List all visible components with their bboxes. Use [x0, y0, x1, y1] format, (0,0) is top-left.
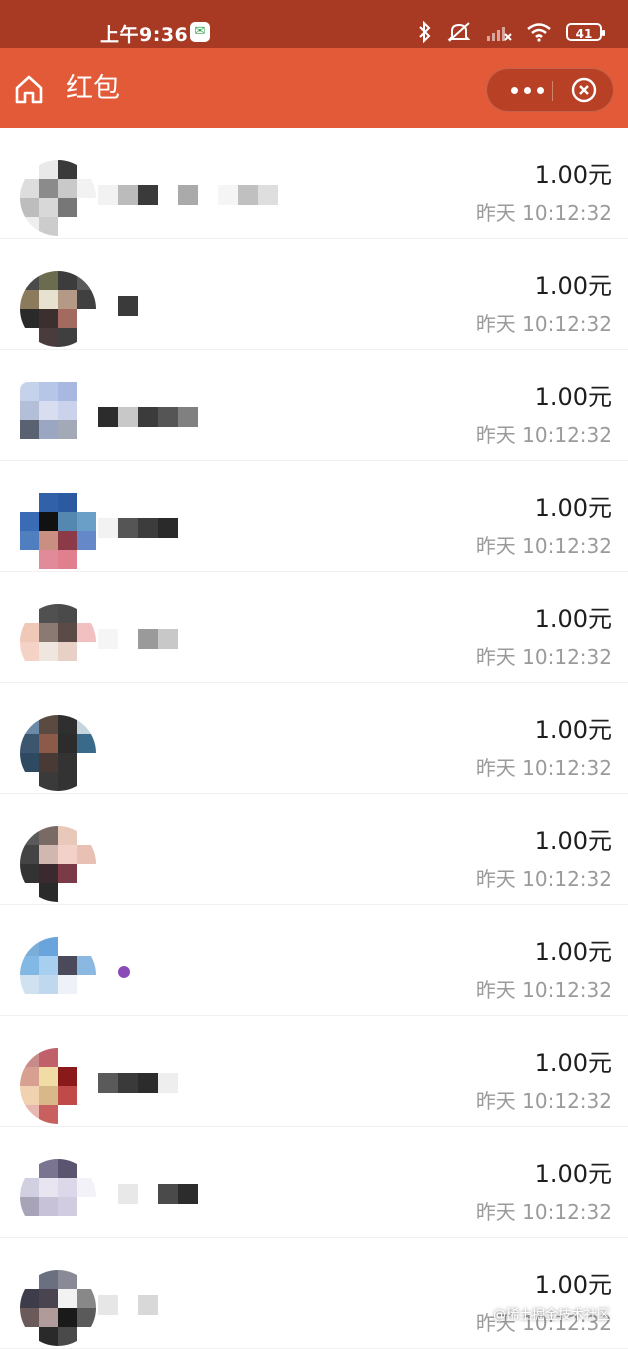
avatar — [20, 1270, 96, 1346]
time: 昨天 10:12:32 — [475, 534, 612, 558]
nickname-obscured — [98, 849, 118, 873]
amount: 1.00元 — [534, 272, 612, 300]
avatar — [20, 826, 96, 902]
status-time: 上午9:36 — [100, 24, 189, 46]
nickname-obscured — [98, 960, 130, 984]
list-item[interactable]: 1.00元 昨天 10:12:32 — [0, 905, 628, 1016]
time: 昨天 10:12:32 — [475, 1200, 612, 1224]
wifi-icon — [527, 23, 551, 42]
avatar — [20, 715, 96, 791]
nickname-obscured — [98, 183, 278, 207]
time: 昨天 10:12:32 — [475, 423, 612, 447]
amount: 1.00元 — [534, 1160, 612, 1188]
list-item[interactable]: 1.00元 昨天 10:12:32 — [0, 239, 628, 350]
avatar — [20, 271, 96, 347]
avatar — [20, 604, 96, 680]
list-item[interactable]: 1.00元 昨天 10:12:32 — [0, 572, 628, 683]
status-icons: 41 — [418, 18, 605, 46]
amount: 1.00元 — [534, 494, 612, 522]
nickname-obscured — [98, 1071, 178, 1095]
list-item[interactable]: 1.00元 昨天 10:12:32 — [0, 1016, 628, 1127]
amount: 1.00元 — [534, 1049, 612, 1077]
nickname-obscured — [98, 738, 118, 762]
avatar — [20, 1159, 96, 1235]
time: 昨天 10:12:32 — [475, 312, 612, 336]
time: 昨天 10:12:32 — [475, 1089, 612, 1113]
avatar — [20, 1048, 96, 1124]
silent-icon — [447, 22, 471, 42]
nickname-obscured — [98, 294, 138, 318]
list-item[interactable]: 1.00元 昨天 10:12:32 — [0, 128, 628, 239]
nickname-obscured — [98, 516, 198, 540]
time: 昨天 10:12:32 — [475, 756, 612, 780]
amount: 1.00元 — [534, 1271, 612, 1299]
nickname-obscured — [98, 1182, 198, 1206]
amount: 1.00元 — [534, 716, 612, 744]
time: 昨天 10:12:32 — [475, 978, 612, 1002]
avatar — [20, 493, 96, 569]
list-item[interactable]: 1.00元 昨天 10:12:32 — [0, 350, 628, 461]
list-item[interactable]: 1.00元 昨天 10:12:32 — [0, 794, 628, 905]
amount: 1.00元 — [534, 938, 612, 966]
nav-bar: 红包 — [0, 48, 628, 128]
list-item[interactable]: 1.00元 昨天 10:12:32 — [0, 461, 628, 572]
time: 昨天 10:12:32 — [475, 645, 612, 669]
nickname-obscured — [98, 1293, 158, 1317]
status-bar: 上午9:36 ✉ 41 — [0, 0, 628, 48]
watermark: @稀土掘金技术社区 — [492, 1308, 610, 1323]
list-item[interactable]: 1.00元 昨天 10:12:32 — [0, 1238, 628, 1349]
nickname-obscured — [98, 405, 198, 429]
bluetooth-icon — [419, 21, 431, 43]
close-circle-icon[interactable] — [571, 77, 597, 103]
battery-icon: 41 — [566, 23, 605, 41]
red-packet-record-list: 1.00元 昨天 10:12:32 1.00元 昨天 10:12:32 1.00… — [0, 128, 628, 1349]
time: 昨天 10:12:32 — [475, 201, 612, 225]
more-dots-icon[interactable] — [501, 69, 553, 111]
amount: 1.00元 — [534, 383, 612, 411]
amount: 1.00元 — [534, 605, 612, 633]
avatar — [20, 382, 96, 458]
amount: 1.00元 — [534, 827, 612, 855]
capsule-divider — [552, 81, 553, 101]
wechat-icon: ✉ — [190, 22, 210, 42]
list-item[interactable]: 1.00元 昨天 10:12:32 — [0, 683, 628, 794]
time: 昨天 10:12:32 — [475, 867, 612, 891]
signal-icon — [487, 27, 512, 41]
avatar — [20, 937, 96, 1013]
page-title: 红包 — [66, 73, 120, 104]
avatar — [20, 160, 96, 236]
amount: 1.00元 — [534, 161, 612, 189]
list-item[interactable]: 1.00元 昨天 10:12:32 — [0, 1127, 628, 1238]
home-icon[interactable] — [12, 72, 46, 106]
mini-program-capsule — [486, 68, 614, 112]
nickname-obscured — [98, 627, 178, 651]
